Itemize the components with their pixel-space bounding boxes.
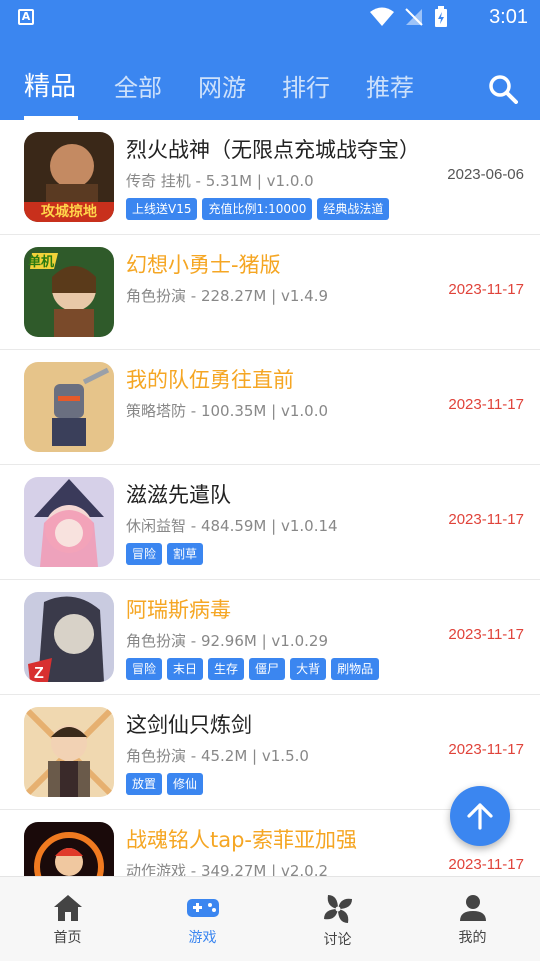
game-item[interactable]: 单机 幻想小勇士-猪版 角色扮演 - 228.27M | v1.4.9 2023… [0,235,540,350]
scroll-to-top-button[interactable] [450,786,510,846]
nav-games-label: 游戏 [188,930,217,946]
game-tag: 修仙 [167,773,204,795]
nav-home-label: 首页 [53,930,82,946]
game-meta: 传奇 挂机 - 5.31M | v1.0.0 [126,172,314,190]
tab-ranking[interactable]: 排行 [282,68,330,103]
game-meta: 动作游戏 - 349.27M | v2.0.2 [126,862,329,876]
game-title: 烈火战神（无限点充城战夺宝） [126,138,420,162]
wifi-icon [370,7,394,26]
game-item[interactable]: 攻城掠地 烈火战神（无限点充城战夺宝） 传奇 挂机 - 5.31M | v1.0… [0,120,540,235]
game-title: 我的队伍勇往直前 [126,368,294,392]
game-tags: 冒险 末日 生存 僵尸 大背 刷物品 [126,658,380,680]
game-meta: 角色扮演 - 92.96M | v1.0.29 [126,632,329,650]
svg-text:Z: Z [34,665,44,682]
game-tags: 冒险 割草 [126,543,204,565]
pinwheel-icon [323,895,352,923]
nav-me[interactable]: 我的 [405,877,540,961]
game-tag: 上线送V15 [126,198,198,220]
game-tag: 刷物品 [331,658,380,680]
game-tags: 放置 修仙 [126,773,204,795]
game-thumbnail: 攻城掠地 [24,132,114,222]
tab-recommend[interactable]: 推荐 [366,68,414,103]
game-thumbnail: 单机 [24,247,114,337]
game-meta: 休闲益智 - 484.59M | v1.0.14 [126,517,338,535]
tab-online[interactable]: 网游 [198,68,246,103]
nav-games[interactable]: 游戏 [135,877,270,961]
game-thumbnail: Z [24,592,114,682]
battery-charging-icon [435,6,447,27]
nav-discuss-label: 讨论 [323,932,352,948]
game-title: 这剑仙只炼剑 [126,713,252,737]
game-thumbnail [24,477,114,567]
game-item[interactable]: 我的队伍勇往直前 策略塔防 - 100.35M | v1.0.0 2023-11… [0,350,540,465]
arrow-up-icon [467,803,493,830]
thumbnail-badge: 单机 [28,255,55,270]
app-notification-icon: A [18,9,34,25]
game-tag: 放置 [126,773,163,795]
game-date: 2023-11-17 [448,856,524,873]
game-meta: 角色扮演 - 228.27M | v1.4.9 [126,287,329,305]
game-tag: 充值比例1:10000 [202,198,313,220]
nav-me-label: 我的 [458,930,487,946]
game-thumbnail [24,362,114,452]
game-tags: 上线送V15 充值比例1:10000 经典战法道 [126,198,390,220]
game-meta: 角色扮演 - 45.2M | v1.5.0 [126,747,309,765]
thumbnail-caption: 攻城掠地 [41,204,97,220]
nav-discuss[interactable]: 讨论 [270,877,405,961]
game-title: 滋滋先遣队 [126,483,231,507]
top-header: A 3:01 精品 全部 网游 排行 推荐 [0,0,540,120]
game-title: 幻想小勇士-猪版 [126,253,281,277]
user-icon [459,895,486,921]
game-thumbnail [24,822,114,876]
no-signal-icon [405,8,423,26]
tab-featured[interactable]: 精品 [24,66,76,103]
status-bar: A 3:01 [0,0,540,36]
category-tabs: 精品 全部 网游 排行 推荐 [0,60,540,120]
game-meta: 策略塔防 - 100.35M | v1.0.0 [126,402,329,420]
game-tag: 大背 [290,658,327,680]
game-tag: 割草 [167,543,204,565]
game-thumbnail [24,707,114,797]
game-list: 攻城掠地 烈火战神（无限点充城战夺宝） 传奇 挂机 - 5.31M | v1.0… [0,120,540,876]
game-title: 战魂铭人tap-索菲亚加强 [126,828,358,852]
game-title: 阿瑞斯病毒 [126,598,231,622]
status-time: 3:01 [489,6,528,28]
nav-home[interactable]: 首页 [0,877,135,961]
game-tag: 冒险 [126,543,163,565]
game-tag: 僵尸 [249,658,286,680]
search-icon[interactable] [488,74,518,104]
game-date: 2023-11-17 [448,511,524,528]
home-icon [53,895,82,921]
game-tag: 生存 [208,658,245,680]
game-tag: 冒险 [126,658,163,680]
game-date: 2023-11-17 [448,396,524,413]
game-date: 2023-06-06 [447,166,524,183]
game-date: 2023-11-17 [448,626,524,643]
game-item[interactable]: Z 阿瑞斯病毒 角色扮演 - 92.96M | v1.0.29 2023-11-… [0,580,540,695]
gamepad-icon [186,899,219,917]
game-tag: 末日 [167,658,204,680]
tab-all[interactable]: 全部 [114,68,162,103]
game-tag: 经典战法道 [317,198,390,220]
game-item[interactable]: 滋滋先遣队 休闲益智 - 484.59M | v1.0.14 2023-11-1… [0,465,540,580]
game-date: 2023-11-17 [448,741,524,758]
game-date: 2023-11-17 [448,281,524,298]
bottom-navigation: 首页 游戏 讨论 我的 [0,876,540,961]
